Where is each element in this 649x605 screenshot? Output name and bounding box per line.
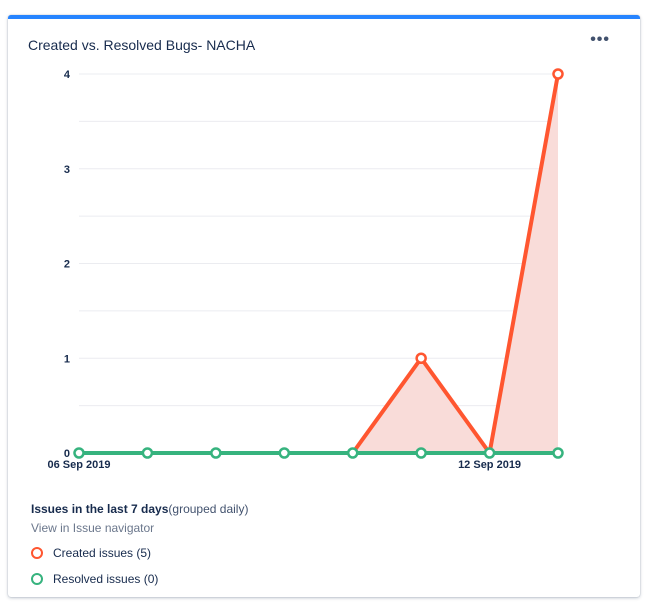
created-point — [552, 68, 564, 80]
y-tick-label: 1 — [64, 353, 70, 365]
chart-summary: Issues in the last 7 days(grouped daily) — [31, 502, 248, 516]
y-tick-label: 4 — [64, 69, 71, 81]
x-tick-label: 12 Sep 2019 — [458, 459, 521, 471]
resolved-point — [278, 447, 291, 459]
legend-resolved-label: Resolved issues (0) — [53, 572, 159, 586]
summary-period: Issues in the last 7 days — [31, 502, 169, 516]
y-tick-label: 3 — [64, 164, 70, 176]
created-legend-icon — [31, 547, 43, 559]
x-tick-label: 06 Sep 2019 — [48, 459, 111, 471]
resolved-point — [141, 447, 154, 459]
resolved-point — [415, 447, 427, 459]
grid — [79, 73, 558, 454]
created-point — [415, 352, 427, 364]
issue-navigator-link[interactable]: View in Issue navigator — [31, 521, 154, 535]
resolved-point — [210, 447, 222, 459]
line-chart: 0123406 Sep 2019 12 Sep 2019 — [48, 68, 564, 471]
resolved-point — [346, 447, 359, 459]
legend-created-label: Created issues (5) — [53, 546, 152, 560]
y-tick-label: 2 — [64, 259, 70, 271]
chart-gadget: Created vs. Resolved Bugs- NACHA ••• 012… — [8, 15, 640, 597]
resolved-point — [552, 447, 564, 459]
summary-grouping: (grouped daily) — [168, 502, 249, 516]
resolved-point — [73, 447, 85, 459]
resolved-point — [483, 447, 496, 459]
legend-resolved: Resolved issues (0) — [31, 572, 158, 586]
legend-created: Created issues (5) — [31, 546, 151, 560]
resolved-legend-icon — [31, 573, 43, 585]
